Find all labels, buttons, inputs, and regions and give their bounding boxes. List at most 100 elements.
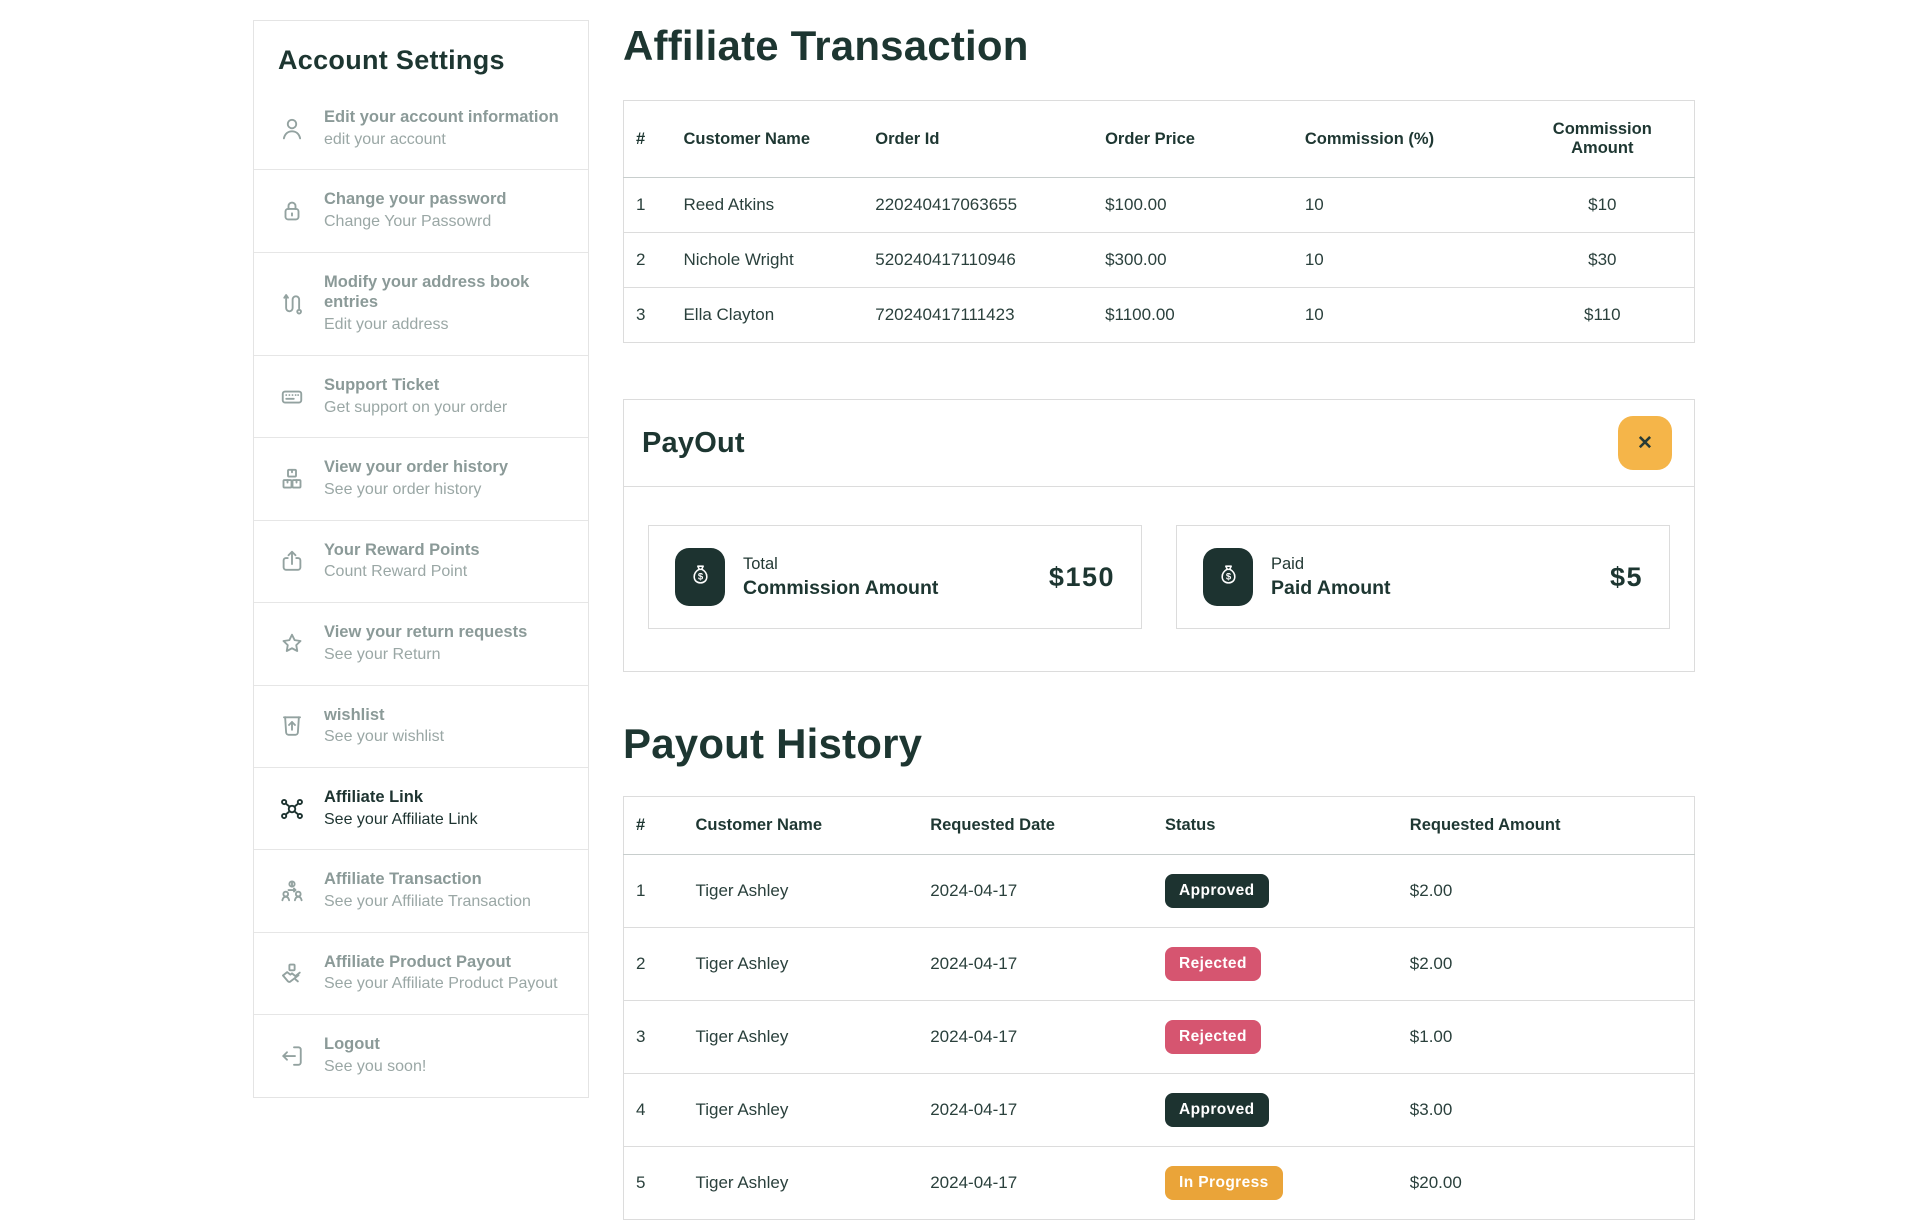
table-cell-requested-amount: $1.00: [1398, 1001, 1695, 1074]
sidebar-item-text: Your Reward PointsCount Reward Point: [324, 540, 480, 583]
table-cell-requested-amount: $2.00: [1398, 855, 1695, 928]
sidebar-item-title: Affiliate Link: [324, 787, 478, 808]
order-history-icon: [276, 463, 308, 495]
column-header-requested-amount: Requested Amount: [1398, 797, 1695, 855]
money-bag-icon: $: [1203, 548, 1253, 606]
table-cell-status: Approved: [1153, 1074, 1398, 1147]
table-cell-requested-amount: $20.00: [1398, 1147, 1695, 1220]
route-icon: [276, 288, 308, 320]
sidebar-item-text: Affiliate LinkSee your Affiliate Link: [324, 787, 478, 830]
table-cell-customer-name: Tiger Ashley: [683, 1001, 918, 1074]
column-header-commission: Commission (%): [1293, 101, 1511, 178]
sidebar-item-support-ticket[interactable]: Support TicketGet support on your order: [254, 356, 588, 438]
handshake-icon: [276, 958, 308, 990]
payout-panel: PayOut ✕ $TotalCommission Amount$150$Pai…: [623, 399, 1695, 672]
payout-card-label: Paid: [1271, 555, 1391, 574]
sidebar-item-view-your-order-history[interactable]: View your order historySee your order hi…: [254, 438, 588, 520]
sidebar-item-subtitle: See your Affiliate Transaction: [324, 892, 531, 913]
table-cell-requested-amount: $3.00: [1398, 1074, 1695, 1147]
sidebar-item-subtitle: See your wishlist: [324, 727, 444, 748]
table-cell-commission-amount: $110: [1511, 288, 1695, 343]
table-row: 3Ella Clayton720240417111423$1100.0010$1…: [624, 288, 1695, 343]
payout-close-button[interactable]: ✕: [1618, 416, 1672, 470]
table-cell-commission: 10: [1293, 288, 1511, 343]
sidebar-item-text: View your order historySee your order hi…: [324, 457, 508, 500]
table-cell-commission: 10: [1293, 178, 1511, 233]
sidebar-item-affiliate-transaction[interactable]: Affiliate TransactionSee your Affiliate …: [254, 850, 588, 932]
payout-card-text: Paid Paid Amount: [1271, 555, 1391, 600]
table-cell-: 4: [624, 1074, 684, 1147]
table-cell-customer-name: Reed Atkins: [671, 178, 863, 233]
payout-summary-cards: $TotalCommission Amount$150$PaidPaid Amo…: [624, 487, 1694, 671]
sidebar-title: Account Settings: [254, 21, 588, 88]
table-header-row: #Customer NameRequested DateStatusReques…: [624, 797, 1695, 855]
table-row: 4Tiger Ashley2024-04-17Approved$3.00: [624, 1074, 1695, 1147]
sidebar-item-subtitle: See your Affiliate Link: [324, 810, 478, 831]
sidebar-item-your-reward-points[interactable]: Your Reward PointsCount Reward Point: [254, 521, 588, 603]
table-cell-commission-amount: $10: [1511, 178, 1695, 233]
table-cell-status: Approved: [1153, 855, 1398, 928]
sidebar-item-subtitle: edit your account: [324, 130, 559, 151]
table-cell-customer-name: Tiger Ashley: [683, 928, 918, 1001]
sidebar-item-title: Affiliate Transaction: [324, 869, 531, 890]
table-row: 1Reed Atkins220240417063655$100.0010$10: [624, 178, 1695, 233]
sidebar-item-subtitle: Get support on your order: [324, 398, 507, 419]
table-cell-order-id: 720240417111423: [863, 288, 1093, 343]
table-cell-: 3: [624, 1001, 684, 1074]
sidebar-item-title: Change your password: [324, 189, 506, 210]
sidebar-item-affiliate-link[interactable]: Affiliate LinkSee your Affiliate Link: [254, 768, 588, 850]
sidebar-item-logout[interactable]: LogoutSee you soon!: [254, 1015, 588, 1096]
sidebar-item-view-your-return-requests[interactable]: View your return requestsSee your Return: [254, 603, 588, 685]
sidebar-item-wishlist[interactable]: wishlistSee your wishlist: [254, 686, 588, 768]
table-cell-: 2: [624, 233, 672, 288]
payout-title: PayOut: [642, 427, 745, 460]
wishlist-icon: [276, 710, 308, 742]
column-header-status: Status: [1153, 797, 1398, 855]
table-row: 5Tiger Ashley2024-04-17In Progress$20.00: [624, 1147, 1695, 1220]
payout-card-name: Paid Amount: [1271, 577, 1391, 600]
reward-points-icon: [276, 545, 308, 577]
column-header-order-price: Order Price: [1093, 101, 1293, 178]
table-cell-status: Rejected: [1153, 1001, 1398, 1074]
sidebar-item-modify-your-address-book-entries[interactable]: Modify your address book entriesEdit you…: [254, 253, 588, 356]
sidebar-item-title: Your Reward Points: [324, 540, 480, 561]
table-header-row: #Customer NameOrder IdOrder PriceCommiss…: [624, 101, 1695, 178]
sidebar-item-title: Support Ticket: [324, 375, 507, 396]
payout-card-amount: $150: [1049, 562, 1115, 593]
status-badge: Rejected: [1165, 1020, 1261, 1054]
column-header-order-id: Order Id: [863, 101, 1093, 178]
table-cell-customer-name: Nichole Wright: [671, 233, 863, 288]
account-settings-sidebar: Account Settings Edit your account infor…: [253, 20, 589, 1098]
close-icon: ✕: [1637, 432, 1653, 455]
affiliate-transaction-icon: [276, 875, 308, 907]
table-row: 2Tiger Ashley2024-04-17Rejected$2.00: [624, 928, 1695, 1001]
sidebar-item-title: Affiliate Product Payout: [324, 952, 558, 973]
table-cell-requested-amount: $2.00: [1398, 928, 1695, 1001]
sidebar-item-text: Support TicketGet support on your order: [324, 375, 507, 418]
sidebar-item-subtitle: Count Reward Point: [324, 562, 480, 583]
sidebar-items: Edit your account informationedit your a…: [254, 88, 588, 1097]
table-cell-order-price: $1100.00: [1093, 288, 1293, 343]
table-cell-order-id: 520240417110946: [863, 233, 1093, 288]
sidebar-item-subtitle: See you soon!: [324, 1057, 426, 1078]
payout-card-amount: $5: [1610, 562, 1643, 593]
star-icon: [276, 628, 308, 660]
affiliate-transactions-table: #Customer NameOrder IdOrder PriceCommiss…: [623, 100, 1695, 343]
affiliate-link-icon: [276, 793, 308, 825]
sidebar-item-text: LogoutSee you soon!: [324, 1034, 426, 1077]
table-cell-: 3: [624, 288, 672, 343]
svg-text:$: $: [697, 572, 703, 583]
table-cell-customer-name: Ella Clayton: [671, 288, 863, 343]
sidebar-item-affiliate-product-payout[interactable]: Affiliate Product PayoutSee your Affilia…: [254, 933, 588, 1015]
sidebar-item-change-your-password[interactable]: Change your passwordChange Your Passowrd: [254, 170, 588, 252]
column-header-requested-date: Requested Date: [918, 797, 1153, 855]
sidebar-item-title: View your return requests: [324, 622, 527, 643]
table-cell-order-price: $300.00: [1093, 233, 1293, 288]
status-badge: Approved: [1165, 874, 1269, 908]
table-cell-order-price: $100.00: [1093, 178, 1293, 233]
table-cell-customer-name: Tiger Ashley: [683, 1147, 918, 1220]
user-icon: [276, 113, 308, 145]
table-row: 1Tiger Ashley2024-04-17Approved$2.00: [624, 855, 1695, 928]
sidebar-item-edit-your-account-information[interactable]: Edit your account informationedit your a…: [254, 88, 588, 170]
sidebar-item-title: Edit your account information: [324, 107, 559, 128]
